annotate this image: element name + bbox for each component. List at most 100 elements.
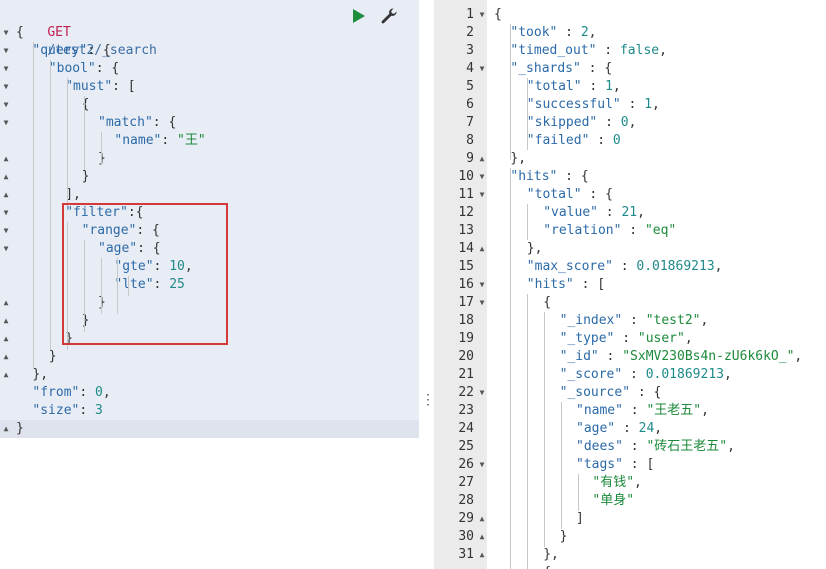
- code-token: :: [622, 367, 646, 382]
- request-code-line[interactable]: "bool": {: [49, 60, 119, 78]
- fold-expand-icon[interactable]: ▲: [1, 330, 11, 348]
- request-code-line[interactable]: "query": {: [32, 42, 110, 60]
- code-token: }: [559, 529, 568, 544]
- code-token: ,: [723, 367, 732, 382]
- fold-collapse-icon[interactable]: ▼: [1, 96, 11, 114]
- request-code-line[interactable]: "match": {: [98, 114, 176, 132]
- line-number: 22: [458, 385, 474, 400]
- request-code-line[interactable]: {: [16, 24, 24, 42]
- fold-expand-icon[interactable]: ▲: [477, 150, 487, 168]
- code-token: : {: [557, 169, 589, 184]
- fold-expand-icon[interactable]: ▲: [1, 312, 11, 330]
- code-token: ,: [714, 259, 723, 274]
- fold-collapse-icon[interactable]: ▼: [1, 60, 11, 78]
- code-token: 0: [620, 115, 629, 130]
- request-code-line[interactable]: }: [82, 168, 90, 186]
- request-code-line[interactable]: "size": 3: [32, 402, 102, 420]
- fold-collapse-icon[interactable]: ▼: [1, 204, 11, 222]
- request-code-line[interactable]: "from": 0,: [32, 384, 110, 402]
- fold-collapse-icon[interactable]: ▼: [1, 114, 11, 132]
- code-token: ,: [637, 205, 645, 220]
- response-code-line: "_score" : 0.01869213,: [560, 366, 732, 384]
- drag-handle-icon[interactable]: ⋮: [421, 392, 435, 408]
- line-number: 17: [458, 295, 474, 310]
- code-token: "successful": [526, 97, 621, 112]
- response-code-line: },: [527, 240, 543, 258]
- code-token: {: [81, 97, 90, 112]
- code-token: : {: [152, 115, 177, 130]
- code-token: :: [79, 403, 96, 418]
- response-code-line: "total" : {: [527, 186, 613, 204]
- line-number: 18: [458, 313, 474, 328]
- code-token: "must": [65, 79, 113, 94]
- request-code-line[interactable]: {: [82, 96, 90, 114]
- fold-collapse-icon[interactable]: ▼: [1, 240, 11, 258]
- code-token: ,: [684, 331, 693, 346]
- code-token: {: [494, 7, 502, 22]
- fold-collapse-icon[interactable]: ▼: [1, 78, 11, 96]
- code-token: :: [620, 97, 645, 112]
- fold-collapse-icon[interactable]: ▼: [1, 42, 11, 60]
- fold-collapse-icon[interactable]: ▼: [477, 384, 487, 402]
- request-code-line[interactable]: },: [32, 366, 48, 384]
- wrench-icon[interactable]: [380, 7, 398, 25]
- fold-collapse-icon[interactable]: ▼: [477, 168, 487, 186]
- fold-expand-icon[interactable]: ▲: [1, 348, 11, 366]
- fold-expand-icon[interactable]: ▲: [477, 546, 487, 564]
- line-number: 29: [458, 511, 474, 526]
- code-token: : {: [95, 61, 120, 76]
- response-code-line: "took" : 2,: [510, 24, 596, 42]
- request-code-line[interactable]: }: [49, 348, 57, 366]
- code-token: false: [619, 43, 660, 58]
- code-token: {: [16, 25, 24, 40]
- fold-expand-icon[interactable]: ▲: [477, 528, 487, 546]
- fold-collapse-icon[interactable]: ▼: [477, 294, 487, 312]
- fold-expand-icon[interactable]: ▲: [1, 420, 11, 438]
- code-token: "name": [576, 403, 623, 418]
- code-token: "match": [98, 115, 153, 130]
- indent-guide-line: [33, 42, 34, 368]
- code-token: "砖石王老五": [646, 439, 728, 454]
- response-code-line: "_index" : "test2",: [560, 312, 709, 330]
- line-number: 30: [458, 529, 474, 544]
- code-token: "query": [32, 43, 88, 58]
- response-code-line: "timed_out" : false,: [510, 42, 667, 60]
- line-number: 7: [466, 115, 474, 130]
- request-code-line[interactable]: "must": [: [65, 78, 135, 96]
- line-number: 16: [458, 277, 474, 292]
- line-number: 25: [458, 439, 474, 454]
- fold-expand-icon[interactable]: ▲: [1, 294, 11, 312]
- code-token: "王": [177, 133, 206, 148]
- fold-collapse-icon[interactable]: ▼: [477, 456, 487, 474]
- line-number: 1: [466, 7, 474, 22]
- code-token: :: [598, 349, 623, 364]
- code-token: :: [557, 25, 581, 40]
- code-token: "size": [32, 403, 80, 418]
- request-code-line[interactable]: }: [16, 420, 24, 438]
- request-code-line[interactable]: "name": "王": [114, 132, 205, 150]
- fold-collapse-icon[interactable]: ▼: [477, 60, 487, 78]
- code-token: 21: [621, 205, 638, 220]
- response-code-line: "hits" : {: [510, 168, 588, 186]
- line-number: 13: [458, 223, 474, 238]
- fold-collapse-icon[interactable]: ▼: [477, 186, 487, 204]
- fold-expand-icon[interactable]: ▲: [477, 240, 487, 258]
- response-viewer[interactable]: 1 ▼{2 "took" : 2, 3 "timed_out" : false, 4 ▼ "_…: [434, 0, 826, 569]
- code-token: :: [614, 331, 638, 346]
- fold-collapse-icon[interactable]: ▼: [477, 276, 487, 294]
- fold-collapse-icon[interactable]: ▼: [1, 222, 11, 240]
- fold-expand-icon[interactable]: ▲: [1, 186, 11, 204]
- code-token: "value": [543, 205, 598, 220]
- fold-collapse-icon[interactable]: ▼: [477, 6, 487, 24]
- fold-expand-icon[interactable]: ▲: [1, 150, 11, 168]
- pane-divider[interactable]: [420, 0, 434, 569]
- play-icon[interactable]: [352, 8, 366, 24]
- fold-expand-icon[interactable]: ▲: [1, 366, 11, 384]
- request-editor[interactable]: GET /test2/_search {▼ "query": {▼ "bool": …: [0, 0, 419, 569]
- indent-guide-line: [84, 96, 85, 170]
- fold-expand-icon[interactable]: ▲: [1, 168, 11, 186]
- fold-expand-icon[interactable]: ▲: [477, 510, 487, 528]
- code-token: ,: [102, 385, 111, 400]
- fold-collapse-icon[interactable]: ▼: [1, 24, 11, 42]
- code-token: : [: [112, 79, 136, 94]
